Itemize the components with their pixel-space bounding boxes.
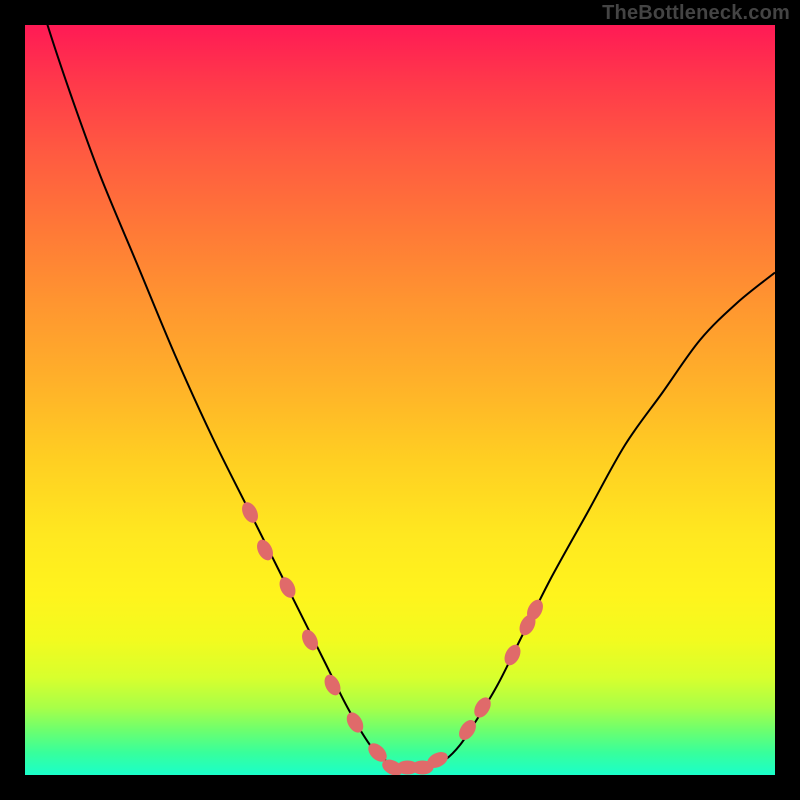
bottleneck-curve-line — [25, 25, 775, 768]
data-markers — [239, 500, 546, 775]
plot-area — [25, 25, 775, 775]
watermark-label: TheBottleneck.com — [602, 2, 790, 25]
chart-svg — [25, 25, 775, 775]
chart-container: TheBottleneck.com — [0, 0, 800, 800]
data-marker — [343, 709, 366, 735]
data-marker — [501, 642, 523, 668]
data-marker — [276, 575, 298, 601]
data-marker — [239, 500, 261, 526]
